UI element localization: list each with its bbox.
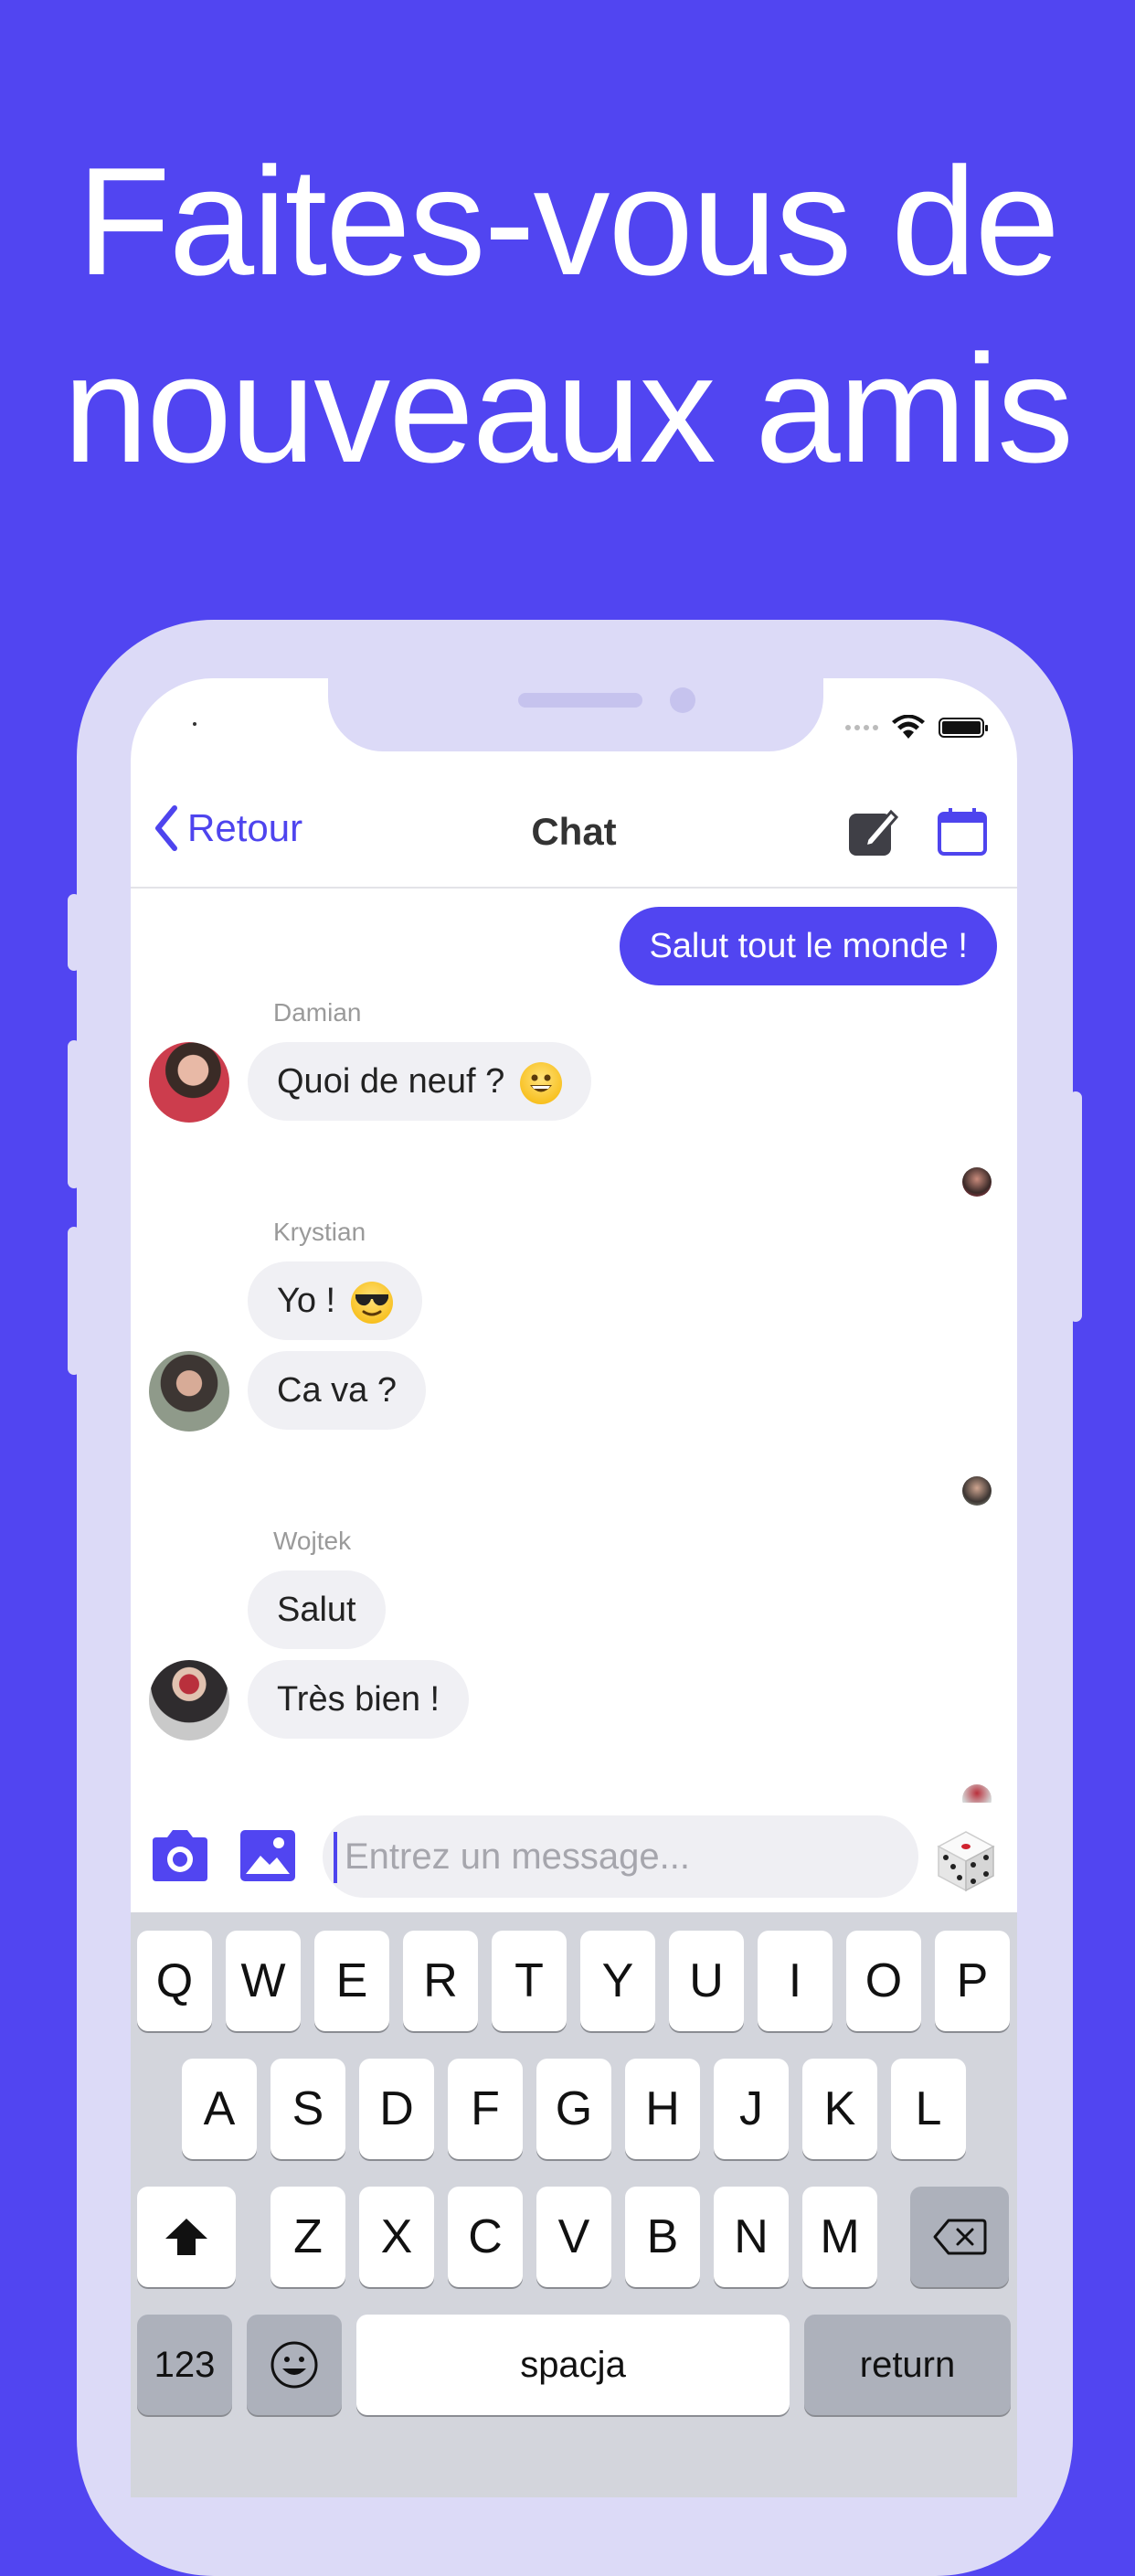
key-h[interactable]: H [625,2059,700,2159]
headline-line-1: Faites-vous de [77,135,1060,307]
emoji-icon [270,2341,318,2389]
battery-icon [939,718,988,738]
backspace-icon [933,2219,987,2255]
grinning-emoji-icon [519,1061,562,1104]
sender-name: Damian [273,998,362,1027]
key-b[interactable]: B [625,2187,700,2287]
message-input[interactable] [323,1815,918,1898]
key-d[interactable]: D [359,2059,434,2159]
key-q[interactable]: Q [137,1931,212,2031]
notch [328,678,823,751]
image-icon[interactable] [239,1826,297,1885]
message-text: Quoi de neuf ? [277,1062,505,1101]
volume-up-button [68,1040,80,1188]
calendar-icon[interactable] [935,804,990,859]
backspace-key[interactable] [910,2187,1009,2287]
key-x[interactable]: X [359,2187,434,2287]
emoji-key[interactable] [247,2315,342,2415]
status-indicator [193,722,196,726]
volume-down-button [68,1227,80,1375]
keyboard: Q W E R T Y U I O P A S D F G H J K L Z … [131,1912,1017,2497]
sender-name: Wojtek [273,1527,352,1555]
wifi-icon [892,715,925,739]
key-t[interactable]: T [492,1931,567,2031]
mute-switch [68,894,80,971]
signal-icon [845,725,878,730]
return-key[interactable]: return [804,2315,1011,2415]
key-l[interactable]: L [891,2059,966,2159]
shift-icon [165,2219,207,2255]
avatar-wojtek[interactable] [149,1660,229,1740]
key-s[interactable]: S [270,2059,345,2159]
numbers-key[interactable]: 123 [137,2315,232,2415]
key-e[interactable]: E [314,1931,389,2031]
power-button [1069,1091,1082,1322]
outgoing-message: Salut tout le monde ! [620,907,997,985]
message-bubble: Quoi de neuf ? [248,1042,591,1121]
key-i[interactable]: I [758,1931,833,2031]
message-composer [131,1803,1017,1912]
key-u[interactable]: U [669,1931,744,2031]
compose-icon[interactable] [845,804,900,859]
message-bubble: Ca va ? [248,1351,426,1430]
front-camera [670,687,695,713]
camera-icon[interactable] [147,1826,213,1885]
key-o[interactable]: O [846,1931,921,2031]
key-f[interactable]: F [448,2059,523,2159]
read-receipt-avatar [962,1167,992,1197]
avatar-krystian[interactable] [149,1351,229,1432]
chat-thread[interactable]: Salut tout le monde ! Damian Quoi de neu… [131,887,1017,1803]
avatar-damian[interactable] [149,1042,229,1123]
key-v[interactable]: V [536,2187,611,2287]
text-caret [334,1832,337,1883]
key-w[interactable]: W [226,1931,301,2031]
message-bubble: Salut [248,1570,386,1649]
read-receipt-avatar [962,1476,992,1506]
headline: Faites-vous de nouveaux amis [0,128,1135,503]
read-receipt-avatar [962,1784,992,1803]
key-z[interactable]: Z [270,2187,345,2287]
message-bubble: Très bien ! [248,1660,470,1739]
dice-icon[interactable] [931,1825,1001,1894]
message-text: Yo ! [277,1282,336,1320]
sender-name: Krystian [273,1218,366,1246]
key-j[interactable]: J [714,2059,789,2159]
key-m[interactable]: M [802,2187,877,2287]
shift-key[interactable] [137,2187,236,2287]
key-n[interactable]: N [714,2187,789,2287]
key-a[interactable]: A [182,2059,257,2159]
status-bar-right [845,715,988,740]
sunglasses-emoji-icon [350,1281,393,1324]
key-k[interactable]: K [802,2059,877,2159]
phone-screen: Retour Chat Salut tout le monde ! Damian… [131,678,1017,2497]
key-g[interactable]: G [536,2059,611,2159]
key-y[interactable]: Y [580,1931,655,2031]
speaker [518,693,642,708]
message-bubble: Yo ! [248,1261,422,1340]
headline-line-2: nouveaux amis [63,323,1074,495]
key-c[interactable]: C [448,2187,523,2287]
key-r[interactable]: R [403,1931,478,2031]
space-key[interactable]: spacja [356,2315,790,2415]
nav-bar: Retour Chat [131,786,1017,889]
key-p[interactable]: P [935,1931,1010,2031]
